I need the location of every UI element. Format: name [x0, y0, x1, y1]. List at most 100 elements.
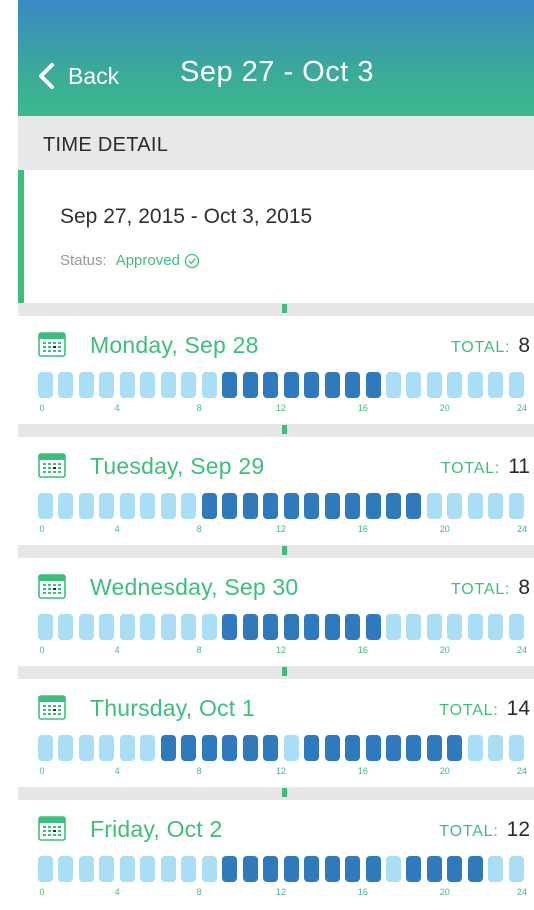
hour-slot-idle	[160, 493, 176, 519]
hour-tick-label: 16	[357, 766, 368, 776]
hour-slot-worked	[242, 735, 258, 761]
total-value: 12	[506, 818, 530, 841]
hour-slot-worked	[263, 735, 279, 761]
hour-timeline	[38, 856, 524, 882]
hour-slot-idle	[426, 614, 442, 640]
hour-slot-idle	[488, 735, 504, 761]
hour-slot-worked	[222, 735, 238, 761]
hour-slot-idle	[508, 372, 524, 398]
time-detail-screen: Back Sep 27 - Oct 3 TIME DETAIL Sep 27, …	[0, 0, 534, 910]
hour-timeline	[38, 493, 524, 519]
hour-tick-label: 12	[275, 403, 287, 413]
day-divider	[18, 424, 534, 437]
hour-slot-worked	[345, 856, 361, 882]
hour-tick-label: 4	[114, 403, 120, 413]
total-value: 8	[518, 334, 530, 357]
day-total: TOTAL: 8	[451, 576, 530, 600]
hour-tick-label: 0	[39, 524, 45, 534]
hour-slot-worked	[222, 372, 238, 398]
day-card[interactable]: Friday, Oct 2 TOTAL: 12 0 4 8 12 16 20 24	[18, 800, 534, 908]
hour-slot-idle	[78, 856, 94, 882]
total-value: 11	[508, 455, 530, 478]
hour-slot-worked	[263, 493, 279, 519]
hour-slot-idle	[99, 372, 115, 398]
divider-marker	[282, 667, 287, 676]
hour-tick-label: 12	[275, 766, 287, 776]
day-total: TOTAL: 8	[451, 334, 530, 358]
hour-slot-idle	[426, 372, 442, 398]
calendar-icon	[38, 332, 66, 357]
total-value: 8	[518, 576, 530, 599]
hour-tick-label: 8	[196, 766, 202, 776]
hour-tick-label: 24	[516, 887, 528, 897]
day-card[interactable]: Tuesday, Sep 29 TOTAL: 11 0 4 8 12 16 20 24	[18, 437, 534, 545]
day-list: Monday, Sep 28 TOTAL: 8 0 4 8 12 16 20 24 Tuesday,…	[18, 303, 534, 908]
hour-slot-worked	[283, 856, 299, 882]
hour-axis: 0 4 8 12 16 20 24	[38, 645, 527, 657]
hour-slot-idle	[119, 735, 135, 761]
hour-timeline	[38, 372, 524, 398]
back-button[interactable]: Back	[34, 52, 119, 100]
hour-slot-worked	[263, 372, 279, 398]
hour-slot-worked	[201, 735, 217, 761]
hour-tick-label: 20	[439, 887, 450, 897]
day-card[interactable]: Wednesday, Sep 30 TOTAL: 8 0 4 8 12 16 20 24	[18, 558, 534, 666]
day-divider	[18, 787, 534, 800]
hour-tick-label: 0	[39, 766, 45, 776]
hour-slot-worked	[324, 735, 340, 761]
hour-slot-idle	[160, 856, 176, 882]
day-title: Wednesday, Sep 30	[90, 574, 299, 600]
hour-tick-label: 24	[516, 524, 528, 534]
hour-slot-idle	[283, 735, 299, 761]
hour-slot-worked	[385, 735, 401, 761]
hour-slot-idle	[119, 372, 135, 398]
hour-tick-label: 4	[114, 887, 120, 897]
hour-slot-idle	[78, 372, 94, 398]
total-label: TOTAL:	[440, 460, 501, 477]
hour-slot-idle	[140, 856, 156, 882]
hour-slot-worked	[426, 735, 442, 761]
hour-tick-label: 12	[275, 645, 287, 655]
hour-slot-idle	[508, 493, 524, 519]
hour-slot-worked	[345, 372, 361, 398]
day-title: Thursday, Oct 1	[90, 695, 255, 721]
hour-slot-idle	[406, 372, 422, 398]
hour-tick-label: 12	[275, 524, 287, 534]
chevron-left-icon	[39, 63, 54, 89]
hour-slot-worked	[406, 856, 422, 882]
hour-slot-idle	[508, 735, 524, 761]
hour-slot-worked	[242, 614, 258, 640]
hour-slot-worked	[447, 735, 463, 761]
hour-slot-worked	[242, 856, 258, 882]
hour-tick-label: 24	[516, 403, 528, 413]
day-total: TOTAL: 14	[439, 697, 530, 721]
hour-tick-label: 0	[39, 887, 45, 897]
hour-slot-worked	[242, 372, 258, 398]
hour-slot-worked	[222, 614, 238, 640]
day-card[interactable]: Monday, Sep 28 TOTAL: 8 0 4 8 12 16 20 24	[18, 316, 534, 424]
hour-slot-idle	[58, 856, 74, 882]
hour-tick-label: 8	[196, 887, 202, 897]
hour-slot-idle	[201, 614, 217, 640]
total-value: 14	[506, 697, 530, 720]
hour-tick-label: 16	[357, 645, 368, 655]
hour-slot-idle	[488, 614, 504, 640]
hour-slot-idle	[119, 614, 135, 640]
screen-edge	[0, 0, 18, 910]
hour-slot-worked	[304, 372, 320, 398]
hour-slot-worked	[304, 735, 320, 761]
hour-slot-idle	[181, 493, 197, 519]
hour-timeline	[38, 614, 524, 640]
hour-slot-idle	[181, 372, 197, 398]
hour-slot-idle	[426, 493, 442, 519]
day-title: Monday, Sep 28	[90, 332, 259, 358]
hour-tick-label: 8	[196, 524, 202, 534]
hour-slot-worked	[222, 493, 238, 519]
hour-slot-worked	[345, 735, 361, 761]
hour-slot-worked	[345, 493, 361, 519]
calendar-icon	[38, 574, 66, 599]
date-range: Sep 27, 2015 - Oct 3, 2015	[60, 205, 313, 228]
divider-marker	[282, 546, 287, 555]
hour-slot-idle	[58, 735, 74, 761]
day-card[interactable]: Thursday, Oct 1 TOTAL: 14 0 4 8 12 16 20 24	[18, 679, 534, 787]
